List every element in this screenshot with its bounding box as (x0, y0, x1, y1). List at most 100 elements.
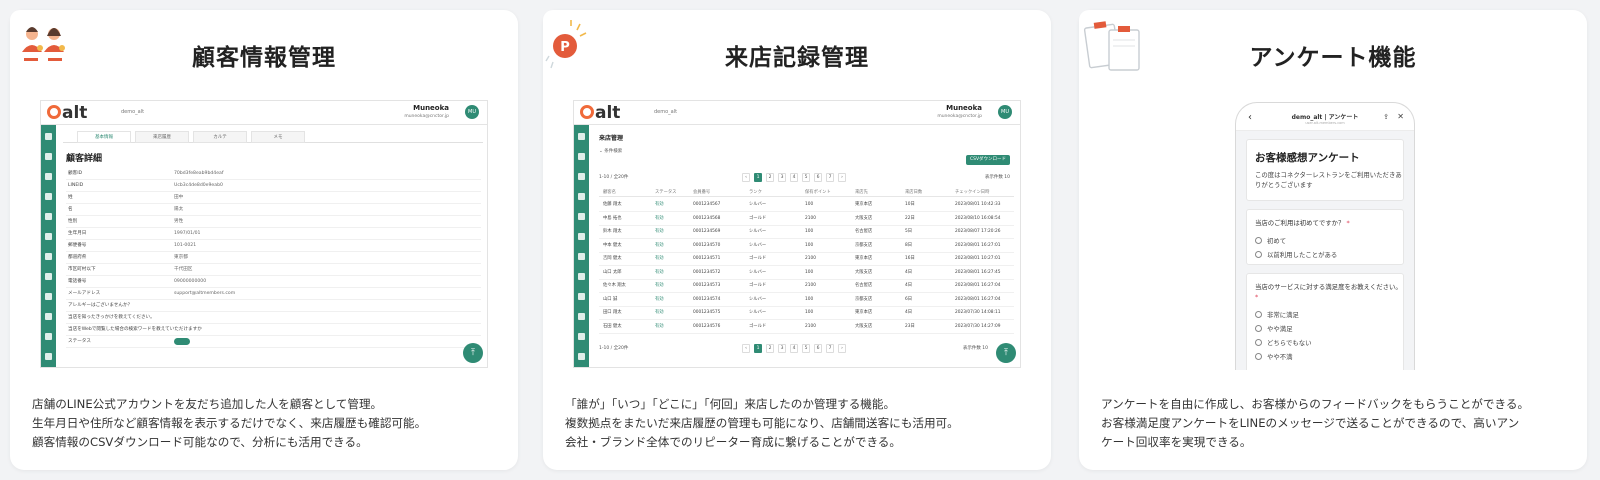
tab-memo[interactable]: メモ (251, 131, 305, 143)
pagination-page[interactable]: 7 (826, 173, 834, 182)
table-row[interactable]: 山口 太郎 有効 0001234572 シルバー 100 大阪支店 4日 2023/08/01… (599, 267, 1014, 280)
tab-chart[interactable]: カルテ (193, 131, 247, 143)
pagination-page[interactable]: 1 (754, 344, 762, 353)
avatar[interactable]: MU (998, 105, 1012, 119)
home-icon[interactable] (578, 153, 585, 160)
pagination-next-icon[interactable]: › (838, 344, 846, 353)
per-page-select[interactable]: 表示件数 10 (963, 345, 988, 351)
chat-icon[interactable] (45, 233, 52, 240)
radio-option[interactable]: やや不満 (1255, 352, 1293, 361)
detail-row: 性別 男性 (66, 217, 481, 228)
scroll-top-button[interactable]: ⤒ (463, 343, 483, 363)
ticket-icon[interactable] (578, 273, 585, 280)
store-icon[interactable] (578, 293, 585, 300)
user-add-icon[interactable] (578, 353, 585, 360)
pagination-page[interactable]: 5 (802, 173, 810, 182)
csv-download-button[interactable]: CSVダウンロード (966, 155, 1010, 165)
pagination-page[interactable]: 1 (754, 173, 762, 182)
pagination-page[interactable]: 3 (778, 344, 786, 353)
table-cell: 2100 (805, 215, 816, 221)
store-icon[interactable] (45, 293, 52, 300)
share-icon[interactable]: ⇪ (1383, 113, 1389, 121)
survey-title: お客様感想アンケート (1255, 152, 1360, 164)
pagination-page[interactable]: 7 (826, 344, 834, 353)
pagination-prev-icon[interactable]: ‹ (742, 173, 750, 182)
radio-option[interactable]: 非常に満足 (1255, 310, 1299, 319)
pagination-page[interactable]: 6 (814, 344, 822, 353)
home-icon[interactable] (45, 153, 52, 160)
detail-value: 陽太 (174, 207, 184, 212)
detail-row: 郵便番号 101-0021 (66, 241, 481, 252)
table-row[interactable]: 吉岡 健太 有効 0001234571 ゴールド 2100 東京本店 16日 2023/08/… (599, 253, 1014, 266)
radio-option[interactable]: やや満足 (1255, 324, 1293, 333)
id-card-icon[interactable] (45, 313, 52, 320)
calendar-icon[interactable] (45, 193, 52, 200)
table-cell: 2023/08/07 17:20:26 (955, 229, 1001, 234)
table-cell: 2023/08/01 10:27:01 (955, 256, 1001, 261)
column-header[interactable]: 来店日数 (905, 189, 922, 195)
pagination-page[interactable]: 3 (778, 173, 786, 182)
pagination-page[interactable]: 2 (766, 173, 774, 182)
pagination-next-icon[interactable]: › (838, 173, 846, 182)
user-add-icon[interactable] (45, 353, 52, 360)
table-cell: 0001234576 (693, 323, 721, 329)
column-header[interactable]: ランク (749, 189, 762, 195)
gift-icon[interactable] (578, 253, 585, 260)
id-card-icon[interactable] (578, 313, 585, 320)
table-cell: シルバー (749, 229, 767, 234)
detail-label: アレルギーはございませんか？ (68, 303, 133, 308)
table-cell: 2023/07/30 14:27:09 (955, 323, 1001, 329)
radio-option[interactable]: 初めて (1255, 236, 1286, 245)
star-icon[interactable] (578, 173, 585, 180)
column-header[interactable]: 保有ポイント (805, 189, 831, 195)
settings-icon[interactable] (578, 333, 585, 340)
book-icon[interactable] (45, 213, 52, 220)
pagination-prev-icon[interactable]: ‹ (742, 344, 750, 353)
scroll-top-button[interactable]: ⤒ (996, 343, 1016, 363)
tab-basic-info[interactable]: 基本情報 (77, 131, 131, 143)
detail-row: 生年月日 1997/01/01 (66, 229, 481, 240)
table-row[interactable]: 山口 誠 有効 0001234574 シルバー 100 京都支店 6日 2023/08/01 … (599, 294, 1014, 307)
menu-icon[interactable] (578, 133, 585, 140)
book-icon[interactable] (578, 213, 585, 220)
radio-option[interactable]: 以前利用したことがある (1255, 250, 1337, 259)
table-cell: 東京本店 (855, 202, 873, 207)
detail-value: 東京都 (174, 255, 188, 260)
column-header[interactable]: ステータス (655, 189, 676, 195)
table-row[interactable]: 中島 拓也 有効 0001234568 ゴールド 2100 大阪支店 22日 2023/08/… (599, 213, 1014, 226)
table-cell: 有効 (655, 269, 664, 275)
table-cell: 4日 (905, 269, 913, 275)
pagination-page[interactable]: 5 (802, 344, 810, 353)
ticket-icon[interactable] (45, 273, 52, 280)
close-icon[interactable]: ✕ (1397, 112, 1404, 121)
table-row[interactable]: 佐々木 翔太 有効 0001234573 ゴールド 2100 名古屋店 4日 2023/08/… (599, 280, 1014, 293)
table-row[interactable]: 中本 健太 有効 0001234570 シルバー 100 京都支店 8日 2023/08/01… (599, 240, 1014, 253)
detail-label: 都道府県 (68, 255, 87, 260)
filter-toggle[interactable]: ⌄ 条件検索 (599, 148, 622, 154)
column-header[interactable]: チェックイン日時 (955, 189, 989, 195)
table-row[interactable]: 田口 翔太 有効 0001234575 シルバー 100 東京本店 4日 2023/07/30… (599, 307, 1014, 320)
table-row[interactable]: 佐藤 翔太 有効 0001234567 シルバー 100 東京本店 10日 2023/08/0… (599, 199, 1014, 212)
radio-option[interactable]: どちらでもない (1255, 338, 1312, 347)
gift-icon[interactable] (45, 253, 52, 260)
column-header[interactable]: 顧客名 (603, 189, 616, 195)
calendar-icon[interactable] (578, 193, 585, 200)
settings-icon[interactable] (45, 333, 52, 340)
table-cell: 0001234567 (693, 202, 721, 207)
pagination-page[interactable]: 2 (766, 344, 774, 353)
table-cell: シルバー (749, 269, 767, 275)
column-header[interactable]: 会員番号 (693, 189, 710, 195)
chat-icon[interactable] (578, 233, 585, 240)
column-header[interactable]: 来店先 (855, 189, 868, 195)
pagination-page[interactable]: 4 (790, 173, 798, 182)
table-row[interactable]: 石田 健太 有効 0001234576 ゴールド 2100 大阪支店 23日 2023/07/… (599, 321, 1014, 334)
per-page-select[interactable]: 表示件数 10 (985, 174, 1010, 180)
avatar[interactable]: MU (465, 105, 479, 119)
pagination-page[interactable]: 6 (814, 173, 822, 182)
table-cell: 2100 (805, 256, 816, 261)
star-icon[interactable] (45, 173, 52, 180)
menu-icon[interactable] (45, 133, 52, 140)
tab-visit-history[interactable]: 來店履歴 (135, 131, 189, 143)
pagination-page[interactable]: 4 (790, 344, 798, 353)
table-row[interactable]: 鈴木 翔太 有効 0001234569 シルバー 100 名古屋店 5日 2023/08/07… (599, 226, 1014, 239)
